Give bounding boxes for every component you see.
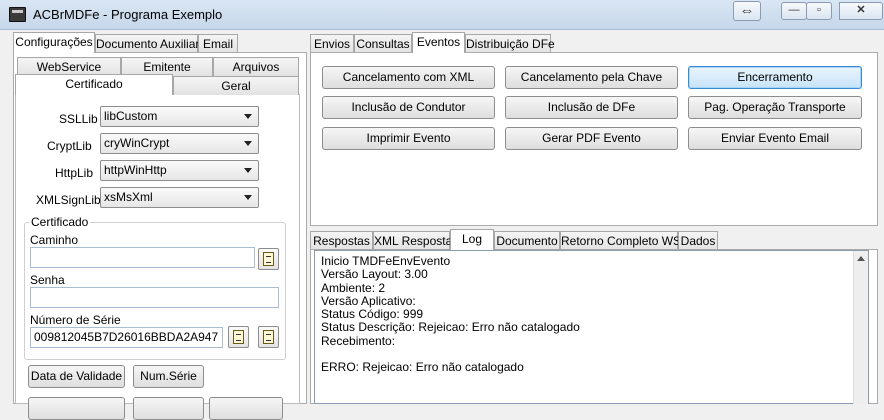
- browse-file-button[interactable]: [258, 248, 279, 270]
- tab-email[interactable]: Email: [198, 34, 238, 53]
- cancelamento-chave-button[interactable]: Cancelamento pela Chave: [505, 66, 678, 89]
- inclusao-condutor-button[interactable]: Inclusão de Condutor: [322, 96, 495, 119]
- maximize-button[interactable]: ▫: [806, 2, 832, 20]
- title-bar: ACBrMDFe - Programa Exemplo ⇔ — ▫ ✕: [0, 0, 884, 30]
- select-certificate-button[interactable]: [228, 326, 249, 348]
- httplib-label: HttpLib: [55, 166, 94, 180]
- extra-button-1[interactable]: [28, 397, 125, 420]
- tab-eventos[interactable]: Eventos: [412, 32, 465, 53]
- httplib-select[interactable]: httpWinHttp: [100, 160, 259, 181]
- tab-documento[interactable]: Documento: [494, 231, 560, 250]
- chevron-down-icon: [244, 195, 252, 200]
- xmlsignlib-value: xsMsXml: [104, 190, 153, 204]
- cryptlib-select[interactable]: cryWinCrypt: [100, 133, 259, 154]
- tab-arquivos[interactable]: Arquivos: [213, 57, 299, 76]
- tab-xml-resposta[interactable]: XML Resposta: [373, 231, 452, 250]
- window-title: ACBrMDFe - Programa Exemplo: [33, 7, 223, 22]
- document-icon: [233, 330, 244, 344]
- log-line: Status Descrição: Rejeicao: Erro não cat…: [321, 320, 580, 335]
- senha-label: Senha: [30, 273, 65, 287]
- caminho-label: Caminho: [30, 233, 79, 247]
- gerar-pdf-evento-button[interactable]: Gerar PDF Evento: [505, 127, 678, 150]
- certificado-group-label: Certificado: [29, 215, 91, 229]
- tab-distribuicao-dfe[interactable]: Distribuição DFe: [465, 34, 555, 53]
- cryptlib-label: CryptLib: [47, 139, 92, 153]
- minimize-button[interactable]: —: [781, 2, 807, 20]
- log-line: Versão Aplicativo:: [321, 293, 416, 308]
- encerramento-button[interactable]: Encerramento: [688, 66, 862, 89]
- caminho-input[interactable]: [30, 247, 255, 268]
- tab-consultas[interactable]: Consultas: [354, 34, 412, 53]
- tab-documento-auxiliar[interactable]: Documento Auxiliar: [95, 34, 199, 53]
- extra-button-2[interactable]: [133, 397, 204, 420]
- imprimir-evento-button[interactable]: Imprimir Evento: [322, 127, 495, 150]
- xmlsignlib-label: XMLSignLib: [36, 193, 101, 207]
- httplib-value: httpWinHttp: [104, 163, 167, 177]
- close-button[interactable]: ✕: [839, 2, 883, 20]
- chevron-down-icon: [244, 141, 252, 146]
- tab-log[interactable]: Log: [450, 229, 494, 250]
- log-line: ERRO: Rejeicao: Erro não catalogado: [321, 360, 524, 375]
- ssllib-label: SSLLib: [59, 112, 98, 126]
- restore-swap-icon[interactable]: ⇔: [733, 1, 761, 21]
- tab-geral[interactable]: Geral: [173, 76, 299, 95]
- chevron-down-icon: [244, 168, 252, 173]
- senha-input[interactable]: [30, 287, 279, 308]
- inclusao-dfe-button[interactable]: Inclusão de DFe: [505, 96, 678, 119]
- pag-operacao-transporte-button[interactable]: Pag. Operação Transporte: [688, 96, 862, 119]
- chevron-down-icon: [244, 114, 252, 119]
- cryptlib-value: cryWinCrypt: [104, 136, 170, 150]
- tab-envios[interactable]: Envios: [310, 34, 354, 53]
- tab-configuracoes[interactable]: Configurações: [13, 32, 95, 53]
- ssllib-select[interactable]: libCustom: [100, 106, 259, 127]
- tab-dados[interactable]: Dados: [678, 231, 718, 250]
- log-textarea[interactable]: Inicio TMDFeEnvEvento Versão Layout: 3.0…: [314, 250, 869, 404]
- num-serie-button[interactable]: Num.Série: [133, 365, 204, 388]
- document-icon: [263, 252, 274, 266]
- document-icon: [263, 330, 274, 344]
- select-certificate-alt-button[interactable]: [258, 326, 279, 348]
- ssllib-value: libCustom: [104, 109, 158, 123]
- extra-button-3[interactable]: [209, 397, 283, 420]
- numero-serie-label: Número de Série: [30, 313, 121, 327]
- data-validade-button[interactable]: Data de Validade: [28, 365, 125, 388]
- log-line: Status Código: 999: [321, 307, 424, 322]
- tab-certificado[interactable]: Certificado: [15, 74, 173, 95]
- log-line: Versão Layout: 3.00: [321, 267, 428, 282]
- xmlsignlib-select[interactable]: xsMsXml: [100, 187, 259, 208]
- log-line: Ambiente: 2: [321, 280, 386, 295]
- tab-respostas[interactable]: Respostas: [310, 231, 373, 250]
- log-line: Inicio TMDFeEnvEvento: [321, 254, 451, 268]
- app-icon: [9, 7, 26, 22]
- enviar-evento-email-button[interactable]: Enviar Evento Email: [688, 127, 862, 150]
- cancelamento-xml-button[interactable]: Cancelamento com XML: [322, 66, 495, 89]
- log-scrollbar[interactable]: [853, 251, 868, 404]
- tab-retorno-completo-ws[interactable]: Retorno Completo WS: [560, 231, 681, 250]
- log-line: Recebimento:: [321, 333, 396, 348]
- scroll-up-icon[interactable]: [857, 256, 865, 261]
- numero-serie-input[interactable]: 009812045B7D26016BBDA2A947: [30, 327, 223, 348]
